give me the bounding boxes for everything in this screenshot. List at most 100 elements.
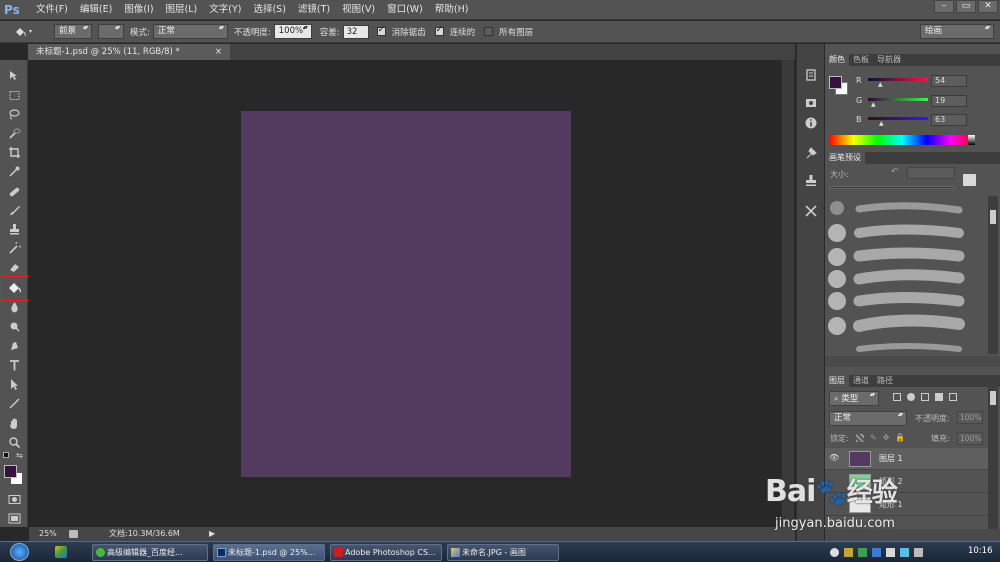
menu-type[interactable]: 文字(Y) [203, 0, 247, 20]
history-panel-icon[interactable] [802, 66, 820, 84]
info-panel-icon[interactable] [802, 114, 820, 132]
brush-list-scrollbar[interactable] [988, 196, 998, 354]
mode-select[interactable]: 正常 [152, 24, 228, 39]
crop-tool-icon[interactable] [6, 145, 22, 159]
taskbar-item-editor[interactable]: 高级编辑器_百度经... [92, 544, 208, 561]
g-value[interactable]: 19 [931, 95, 967, 107]
tab-navigator[interactable]: 导航器 [873, 54, 905, 66]
canvas-vertical-scrollbar[interactable] [781, 60, 794, 527]
clock[interactable]: 10:16 [968, 546, 993, 556]
menu-select[interactable]: 选择(S) [247, 0, 291, 20]
status-menu-arrow-icon[interactable]: ▶ [209, 527, 215, 541]
foreground-color-swatch[interactable] [4, 465, 17, 478]
default-colors-icon[interactable] [3, 452, 9, 458]
layer-row[interactable]: 矩形 1 [825, 494, 988, 516]
layer-row[interactable]: 👁 图层 1 [825, 448, 988, 470]
taskbar-item-paint[interactable]: 未命名.JPG - 画图 [447, 544, 559, 561]
volume-icon[interactable] [914, 547, 923, 557]
pen-tool-icon[interactable] [6, 339, 22, 353]
actions-panel-icon[interactable] [802, 94, 820, 112]
tab-layers[interactable]: 图层 [825, 375, 849, 387]
tab-color[interactable]: 颜色 [825, 54, 849, 66]
tolerance-input[interactable]: 32 [342, 24, 369, 39]
b-slider-thumb-icon[interactable]: ▲ [879, 120, 884, 127]
zoom-level[interactable]: 25% [39, 527, 57, 541]
zoom-tool-icon[interactable] [6, 435, 22, 449]
spectrum-black-white[interactable] [968, 135, 975, 145]
screen-mode-icon[interactable] [6, 511, 22, 525]
brush-size-input[interactable] [907, 167, 955, 179]
brush-panel-toggle-icon[interactable] [963, 174, 976, 186]
all-layers-checkbox[interactable] [484, 27, 494, 36]
dodge-tool-icon[interactable] [6, 319, 22, 333]
minimize-button[interactable]: – [934, 0, 954, 13]
document-tab-close-icon[interactable]: × [215, 44, 222, 60]
menu-file[interactable]: 文件(F) [30, 0, 74, 20]
blur-tool-icon[interactable] [6, 300, 22, 314]
tray-icon[interactable] [830, 547, 839, 557]
antialias-checkbox[interactable] [376, 25, 386, 36]
maximize-button[interactable]: ▭ [956, 0, 976, 13]
quick-mask-icon[interactable] [6, 492, 22, 506]
tab-brush-presets[interactable]: 画笔预设 [825, 152, 865, 164]
brush-size-slider[interactable] [829, 186, 955, 189]
r-slider[interactable] [868, 78, 928, 81]
type-tool-icon[interactable] [6, 358, 22, 372]
healing-brush-tool-icon[interactable] [6, 184, 22, 198]
menu-layer[interactable]: 图层(L) [160, 0, 204, 20]
tray-icon[interactable] [886, 547, 895, 557]
document-canvas[interactable] [241, 111, 571, 477]
menu-view[interactable]: 视图(V) [336, 0, 381, 20]
menu-window[interactable]: 窗口(W) [381, 0, 429, 20]
r-value[interactable]: 54 [931, 75, 967, 87]
menu-filter[interactable]: 滤镜(T) [292, 0, 336, 20]
tray-icon[interactable] [900, 547, 909, 557]
pattern-select[interactable] [98, 24, 124, 39]
brush-tool-icon[interactable] [6, 203, 22, 217]
brush-presets-list[interactable] [825, 196, 988, 354]
lasso-tool-icon[interactable] [6, 107, 22, 121]
layers-scrollbar[interactable] [988, 387, 998, 529]
layer-blend-mode-select[interactable]: 正常 [829, 411, 907, 426]
layer-filter-icons[interactable] [893, 393, 975, 403]
contiguous-checkbox[interactable] [434, 25, 444, 36]
document-tab[interactable]: 未标题-1.psd @ 25% (11, RGB/8) * × [28, 44, 230, 60]
marquee-tool-icon[interactable] [6, 88, 22, 102]
start-button[interactable] [10, 543, 29, 561]
menu-help[interactable]: 帮助(H) [429, 0, 475, 20]
close-button[interactable]: ✕ [978, 0, 998, 13]
fill-source-select[interactable]: 前景 [54, 24, 92, 39]
history-brush-tool-icon[interactable] [6, 241, 22, 255]
color-spectrum-bar[interactable] [829, 135, 975, 145]
clone-source-panel-icon[interactable] [802, 172, 820, 190]
taskbar-item-photoshop-app[interactable]: Adobe Photoshop CS... [330, 544, 442, 561]
path-selection-tool-icon[interactable] [6, 377, 22, 391]
g-slider[interactable] [868, 98, 928, 101]
layer-name[interactable]: 矩形 2 [879, 476, 903, 487]
paint-bucket-tool-icon[interactable] [6, 280, 22, 294]
quick-selection-tool-icon[interactable] [6, 126, 22, 140]
brush-panel-icon[interactable] [802, 144, 820, 162]
quick-launch-icon[interactable] [55, 546, 67, 558]
layer-filter-select[interactable]: ⌕ 类型 [829, 391, 879, 406]
tab-channels[interactable]: 通道 [849, 375, 873, 387]
layer-name[interactable]: 图层 1 [879, 453, 903, 464]
g-slider-thumb-icon[interactable]: ▲ [871, 101, 876, 108]
reset-size-icon[interactable]: ↶ [891, 167, 899, 177]
b-slider[interactable] [868, 117, 928, 120]
b-value[interactable]: 63 [931, 114, 967, 126]
paint-bucket-preset-icon[interactable]: ▾ [14, 26, 36, 38]
layer-name[interactable]: 矩形 1 [879, 499, 903, 510]
panel-fg-swatch[interactable] [829, 76, 842, 89]
r-slider-thumb-icon[interactable]: ▲ [878, 81, 883, 88]
move-tool-icon[interactable] [6, 68, 22, 82]
opacity-input[interactable]: 100% [273, 24, 312, 39]
tray-icon[interactable] [872, 547, 881, 557]
menu-edit[interactable]: 编辑(E) [74, 0, 118, 20]
menu-image[interactable]: 图像(I) [118, 0, 159, 20]
tray-icon[interactable] [844, 547, 853, 557]
layer-row[interactable]: 矩形 2 [825, 471, 988, 493]
eraser-tool-icon[interactable] [6, 260, 22, 274]
layer-fill-input[interactable]: 100% [957, 432, 983, 445]
tab-swatches[interactable]: 色板 [849, 54, 873, 66]
